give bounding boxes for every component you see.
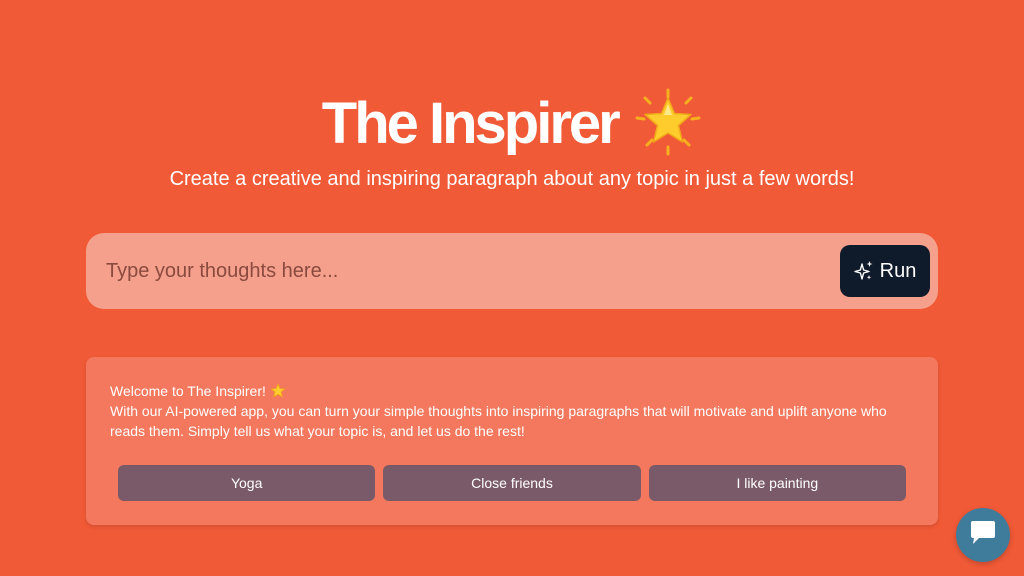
welcome-body: With our AI-powered app, you can turn yo… bbox=[110, 403, 887, 439]
suggestion-list: Yoga Close friends I like painting bbox=[118, 465, 906, 501]
header: The Inspirer bbox=[0, 88, 1024, 160]
glowing-star-icon bbox=[634, 88, 702, 156]
page-subtitle: Create a creative and inspiring paragrap… bbox=[169, 168, 855, 190]
chat-bubble-icon bbox=[969, 520, 997, 551]
page-title: The Inspirer bbox=[321, 91, 621, 156]
sparkles-icon bbox=[853, 260, 874, 282]
welcome-text: Welcome to The Inspirer! With our AI-pow… bbox=[110, 381, 914, 441]
run-button[interactable]: Run bbox=[840, 245, 930, 297]
chat-widget-button[interactable] bbox=[956, 508, 1010, 562]
suggestion-i-like-painting[interactable]: I like painting bbox=[648, 465, 906, 501]
page: The Inspirer Create a creative and inspi… bbox=[0, 0, 1024, 576]
welcome-heading: Welcome to The Inspirer! bbox=[110, 383, 266, 399]
suggestion-close-friends[interactable]: Close friends bbox=[383, 465, 641, 501]
suggestion-yoga[interactable]: Yoga bbox=[118, 465, 376, 501]
prompt-bar: Run bbox=[86, 233, 938, 309]
glowing-star-icon bbox=[270, 383, 286, 399]
welcome-card: Welcome to The Inspirer! With our AI-pow… bbox=[86, 357, 938, 525]
thoughts-input[interactable] bbox=[106, 251, 826, 291]
run-button-label: Run bbox=[879, 259, 917, 282]
